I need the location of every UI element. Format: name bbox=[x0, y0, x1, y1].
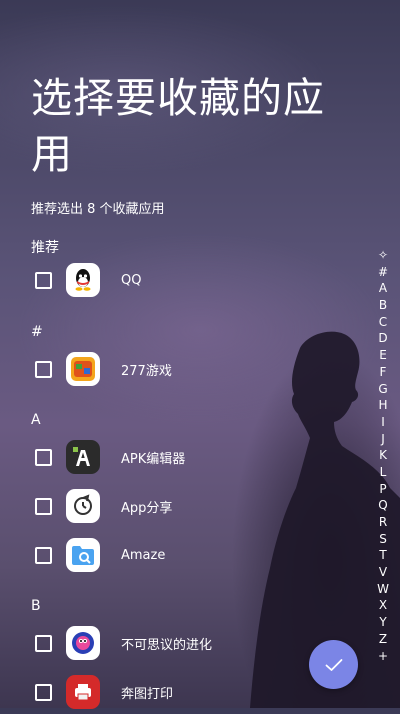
section-header-hash: # bbox=[31, 324, 43, 340]
index-letter[interactable]: # bbox=[378, 264, 388, 281]
checkbox[interactable] bbox=[35, 497, 52, 515]
index-letter[interactable]: D bbox=[378, 330, 387, 347]
page-title: 选择要收藏的应用 bbox=[31, 74, 325, 178]
index-letter[interactable]: P bbox=[379, 481, 386, 498]
app-row-amaze[interactable]: Amaze bbox=[0, 533, 340, 577]
confirm-fab-button[interactable] bbox=[309, 640, 358, 689]
app-name: App分享 bbox=[121, 500, 173, 516]
app-name: 277游戏 bbox=[121, 363, 172, 379]
index-letter[interactable]: A bbox=[379, 280, 387, 297]
amaze-folder-icon bbox=[66, 538, 100, 572]
index-letter[interactable]: C bbox=[379, 314, 387, 331]
section-header-a: A bbox=[31, 412, 41, 428]
app-row-qq[interactable]: QQ bbox=[0, 258, 340, 302]
checkbox[interactable] bbox=[35, 546, 52, 564]
index-letter[interactable]: W bbox=[377, 581, 389, 598]
index-letter[interactable]: G bbox=[378, 381, 387, 398]
index-letter[interactable]: F bbox=[380, 364, 387, 381]
checkmark-icon bbox=[325, 658, 342, 671]
index-letter[interactable]: Y bbox=[379, 614, 386, 631]
app-row-277-game[interactable]: 277游戏 bbox=[0, 347, 340, 391]
app-name: 奔图打印 bbox=[121, 686, 174, 702]
evolution-game-icon bbox=[66, 626, 100, 660]
index-letter[interactable]: S bbox=[379, 531, 387, 548]
app-name: Amaze bbox=[121, 547, 166, 563]
qq-icon bbox=[66, 263, 100, 297]
index-letter[interactable]: V bbox=[379, 564, 387, 581]
index-letter[interactable]: K bbox=[379, 447, 387, 464]
pantum-print-icon bbox=[66, 675, 100, 709]
app-name: 不可思议的进化 bbox=[121, 637, 213, 653]
page-subtitle: 推荐选出 8 个收藏应用 bbox=[31, 202, 165, 217]
app-share-icon bbox=[66, 489, 100, 523]
index-letter[interactable]: R bbox=[379, 514, 387, 531]
index-letter[interactable]: J bbox=[381, 431, 385, 448]
section-header-recommended: 推荐 bbox=[31, 240, 59, 256]
index-letter[interactable]: Z bbox=[379, 631, 387, 648]
index-letter[interactable]: T bbox=[379, 547, 386, 564]
index-letter[interactable]: L bbox=[380, 464, 387, 481]
index-letter[interactable]: + bbox=[378, 648, 388, 665]
app-name: APK编辑器 bbox=[121, 451, 186, 467]
section-header-b: B bbox=[31, 598, 41, 614]
app-row-apk-editor[interactable]: APK编辑器 bbox=[0, 435, 340, 479]
app-name: QQ bbox=[121, 272, 142, 288]
checkbox[interactable] bbox=[35, 271, 52, 289]
checkbox[interactable] bbox=[35, 634, 52, 652]
alphabet-index-bar[interactable]: ✧ # A B C D E F G H I J K L P Q R S T V W X Y Z + bbox=[376, 247, 390, 664]
index-letter[interactable]: E bbox=[379, 347, 387, 364]
checkbox[interactable] bbox=[35, 683, 52, 701]
checkbox[interactable] bbox=[35, 360, 52, 378]
index-letter[interactable]: I bbox=[381, 414, 385, 431]
index-letter[interactable]: Q bbox=[378, 497, 387, 514]
index-letter[interactable]: H bbox=[378, 397, 387, 414]
checkbox[interactable] bbox=[35, 448, 52, 466]
index-letter[interactable]: ✧ bbox=[378, 247, 388, 264]
app-row-pantum-print[interactable]: 奔图打印 bbox=[0, 670, 340, 714]
app-row-app-share[interactable]: App分享 bbox=[0, 484, 340, 528]
277-game-icon bbox=[66, 352, 100, 386]
app-row-evolution-game[interactable]: 不可思议的进化 bbox=[0, 621, 340, 665]
index-letter[interactable]: X bbox=[379, 597, 387, 614]
apk-editor-icon bbox=[66, 440, 100, 474]
index-letter[interactable]: B bbox=[379, 297, 387, 314]
